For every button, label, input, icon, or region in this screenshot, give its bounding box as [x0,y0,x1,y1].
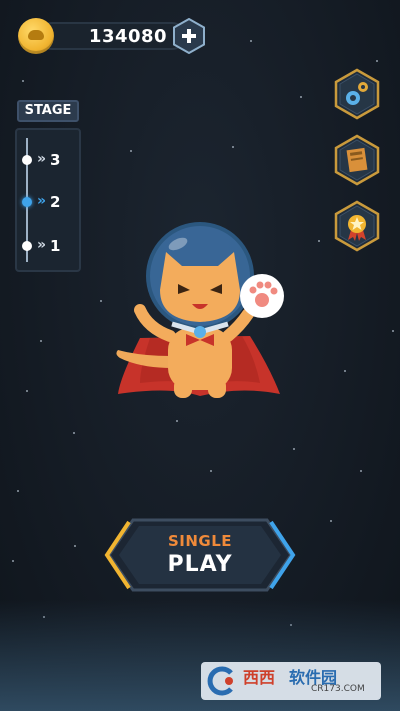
settings-button[interactable] [333,68,381,120]
coin-amount: 134080 [88,26,168,47]
stage-dot [22,155,32,165]
plus-icon [173,18,205,54]
star-medal-icon [334,200,380,252]
watermark: 西西 软件园 CR173.COM [201,662,381,700]
chevron-right-icon: » [37,151,46,167]
add-currency-button[interactable] [172,18,206,54]
single-play-button[interactable]: SINGLE PLAY [103,516,297,594]
stage-level-2[interactable]: » 2 [20,192,80,212]
achievements-button[interactable] [333,200,381,252]
stage-level-3[interactable]: » 3 [20,150,80,170]
stage-number: 1 [50,237,61,255]
chevron-right-icon: » [37,237,46,253]
watermark-logo-icon [207,666,233,696]
currency-bar: 134080 [18,18,206,54]
stage-number: 3 [50,151,61,169]
stage-label: STAGE [17,100,79,122]
watermark-url: CR173.COM [311,684,365,694]
gears-icon [334,68,380,120]
watermark-brand-a: 西西 [243,668,276,687]
play-mode-label: SINGLE [167,532,233,550]
stage-dot [22,241,32,251]
astronaut-cat-character [116,222,284,398]
coin-icon [18,18,54,54]
chevron-right-icon: » [37,193,46,209]
book-button[interactable] [333,134,381,186]
stage-level-1[interactable]: » 1 [20,236,80,256]
stage-dot [22,197,32,207]
play-label: PLAY [167,552,233,577]
book-icon [334,134,380,186]
stage-number: 2 [50,193,61,211]
stage-selector: » 3 » 2 » 1 [15,128,81,272]
